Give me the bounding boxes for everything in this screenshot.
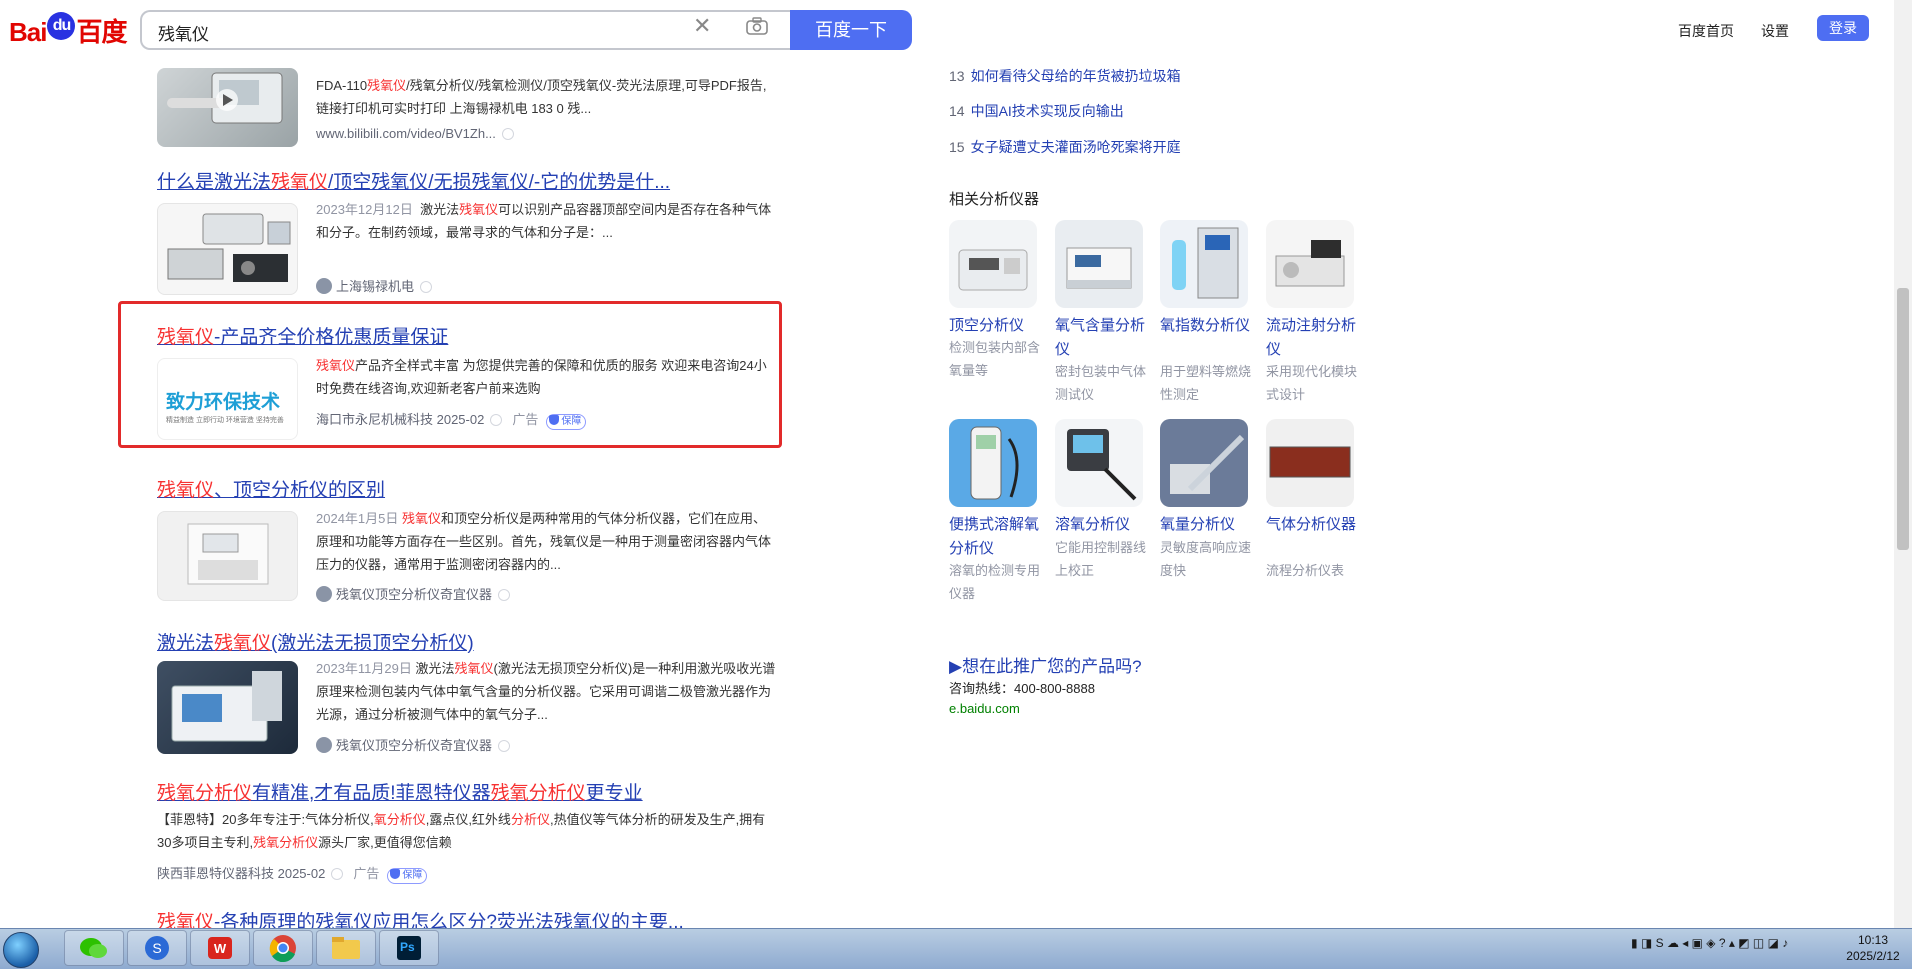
- related-item-name[interactable]: 氧气含量分析仪: [1055, 314, 1150, 362]
- scrollbar-thumb[interactable]: [1897, 288, 1909, 550]
- result-thumbnail[interactable]: [157, 661, 298, 754]
- more-icon[interactable]: [498, 740, 511, 752]
- wechat-icon: [80, 938, 107, 958]
- more-icon[interactable]: [490, 414, 503, 426]
- taskbar-explorer[interactable]: [316, 930, 376, 966]
- system-clock[interactable]: 10:13 2025/2/12: [1838, 932, 1908, 964]
- guarantee-badge[interactable]: 保障: [387, 868, 428, 884]
- header: Baidu百度 ✕ 百度一下 百度首页 设置 登录: [0, 0, 1912, 60]
- ad-source[interactable]: 陕西菲恩特仪器科技 2025-02 广告 保障: [157, 863, 428, 884]
- result-title-link[interactable]: 残氧仪、顶空分析仪的区别: [157, 475, 385, 502]
- related-item-image[interactable]: [1160, 419, 1248, 507]
- shield-icon: [390, 869, 401, 879]
- ad-label: 广告: [512, 412, 539, 427]
- result-abstract: 2023年12月12日 激光法残氧仪可以识别产品容器顶部空间内是否存在各种气体和…: [316, 202, 772, 240]
- taskbar-sogou[interactable]: S: [127, 930, 187, 966]
- taskbar-chrome[interactable]: [253, 930, 313, 966]
- ad-thumbnail[interactable]: 致力环保技术 精益制造 立即行动 环境营造 坚持完善: [157, 358, 298, 440]
- result-thumbnail[interactable]: [157, 203, 298, 295]
- result-source[interactable]: 上海锡禄机电: [316, 276, 433, 295]
- more-icon[interactable]: [498, 589, 511, 601]
- result-thumbnail[interactable]: [157, 511, 298, 601]
- ad-source[interactable]: 海口市永尼机械科技 2025-02 广告 保障: [316, 409, 587, 430]
- ad-abstract: 残氧仪产品齐全样式丰富 为您提供完善的保障和优质的服务 欢迎来电咨询24小时免费…: [316, 358, 767, 396]
- related-item-image[interactable]: [1160, 220, 1248, 308]
- video-thumbnail[interactable]: [157, 68, 298, 147]
- related-section-title: 相关分析仪器: [949, 191, 1040, 208]
- related-item-image[interactable]: [1266, 220, 1354, 308]
- ad-label: 广告: [353, 866, 380, 881]
- taskbar-wps[interactable]: W: [190, 930, 250, 966]
- related-item-image[interactable]: [949, 220, 1037, 308]
- related-item-desc: 采用现代化模块式设计: [1266, 364, 1358, 402]
- related-item-image[interactable]: [949, 419, 1037, 507]
- start-button[interactable]: [3, 932, 39, 968]
- result-title-link[interactable]: 激光法残氧仪(激光法无损顶空分析仪): [157, 628, 474, 655]
- related-item-name[interactable]: 顶空分析仪: [949, 314, 1044, 338]
- related-item-image[interactable]: [1266, 419, 1354, 507]
- result-title-link[interactable]: 什么是激光法残氧仪/顶空残氧仪/无损残氧仪/-它的优势是什...: [157, 167, 670, 194]
- related-item-name[interactable]: 便携式溶解氧分析仪: [949, 513, 1044, 561]
- related-item-desc: 检测包装内部含氧量等: [949, 340, 1041, 378]
- result-abstract: FDA-110残氧仪/残氧分析仪/残氧检测仪/顶空残氧仪-荧光法原理,可导PDF…: [316, 78, 767, 116]
- promo-link[interactable]: ▶想在此推广您的产品吗?: [949, 652, 1142, 677]
- svg-text:W: W: [214, 941, 227, 956]
- baidu-logo[interactable]: Bai du 百度: [9, 12, 127, 49]
- related-item-desc: 流程分析仪表: [1266, 563, 1345, 578]
- hot-list-item[interactable]: 13 如何看待父母给的年货被扔垃圾箱: [949, 66, 1181, 86]
- source-avatar: [316, 737, 332, 753]
- ad-title-link[interactable]: 残氧分析仪有精准,才有品质!菲恩特仪器残氧分析仪更专业: [157, 778, 643, 805]
- related-item-desc: 它能用控制器线上校正: [1055, 540, 1147, 578]
- search-button[interactable]: 百度一下: [790, 10, 912, 50]
- taskbar-photoshop[interactable]: Ps: [379, 930, 439, 966]
- hot-list-item[interactable]: 14 中国AI技术实现反向输出: [949, 101, 1124, 121]
- clear-icon[interactable]: ✕: [693, 15, 711, 37]
- related-item-desc: 用于塑料等燃烧性测定: [1160, 364, 1252, 402]
- folder-icon: [332, 937, 360, 959]
- search-input[interactable]: [156, 19, 680, 45]
- sogou-icon: S: [145, 936, 169, 960]
- related-item-desc: 灵敏度高响应速度快: [1160, 540, 1252, 578]
- more-icon[interactable]: [331, 868, 344, 880]
- settings-link[interactable]: 设置: [1761, 21, 1789, 41]
- ad-abstract: 【菲恩特】20多年专注于:气体分析仪,氧分析仪,露点仪,红外线分析仪,热值仪等气…: [157, 812, 766, 850]
- related-item-name[interactable]: 溶氧分析仪: [1055, 513, 1150, 537]
- baidu-home-link[interactable]: 百度首页: [1678, 21, 1734, 41]
- login-button[interactable]: 登录: [1817, 15, 1869, 41]
- ad-title-link[interactable]: 残氧仪-产品齐全价格优惠质量保证: [157, 322, 448, 349]
- result-abstract: 2024年1月5日 残氧仪和顶空分析仪是两种常用的气体分析仪器，它们在应用、原理…: [316, 511, 772, 572]
- wps-icon: W: [208, 937, 232, 959]
- result-source[interactable]: 残氧仪顶空分析仪奇宜仪器: [316, 735, 511, 754]
- paw-icon: du: [47, 12, 76, 40]
- related-item-image[interactable]: [1055, 419, 1143, 507]
- related-item-name[interactable]: 气体分析仪器: [1266, 513, 1361, 537]
- related-item-name[interactable]: 氧量分析仪: [1160, 513, 1255, 537]
- more-icon[interactable]: [420, 281, 433, 293]
- related-item-desc: 溶氧的检测专用仪器: [949, 563, 1041, 601]
- related-item-name[interactable]: 氧指数分析仪: [1160, 314, 1255, 338]
- related-item-name[interactable]: 流动注射分析仪: [1266, 314, 1361, 362]
- camera-icon[interactable]: [746, 17, 768, 35]
- result-abstract: 2023年11月29日 激光法残氧仪(激光法无损顶空分析仪)是一种利用激光吸收光…: [316, 661, 776, 722]
- result-url[interactable]: www.bilibili.com/video/BV1Zh...: [316, 126, 514, 141]
- hot-list-item[interactable]: 15 女子疑遭丈夫灌面汤呛死案将开庭: [949, 137, 1181, 157]
- shield-icon: [549, 415, 560, 425]
- tray-icons[interactable]: ▮ ◨ S ☁ ◂ ▣ ◈ ? ▴ ◩ ◫ ◪ ♪: [1631, 936, 1788, 950]
- taskbar-wechat[interactable]: [64, 930, 124, 966]
- promo-hotline: 咨询热线：400-800-8888: [949, 681, 1095, 696]
- chrome-icon: [269, 935, 296, 963]
- promo-url[interactable]: e.baidu.com: [949, 701, 1020, 716]
- svg-text:S: S: [152, 940, 161, 956]
- result-source[interactable]: 残氧仪顶空分析仪奇宜仪器: [316, 584, 511, 603]
- related-item-desc: 密封包装中气体测试仪: [1055, 364, 1147, 402]
- source-avatar: [316, 278, 332, 294]
- related-item-image[interactable]: [1055, 220, 1143, 308]
- more-icon[interactable]: [501, 128, 514, 140]
- source-avatar: [316, 586, 332, 602]
- guarantee-badge[interactable]: 保障: [546, 414, 587, 430]
